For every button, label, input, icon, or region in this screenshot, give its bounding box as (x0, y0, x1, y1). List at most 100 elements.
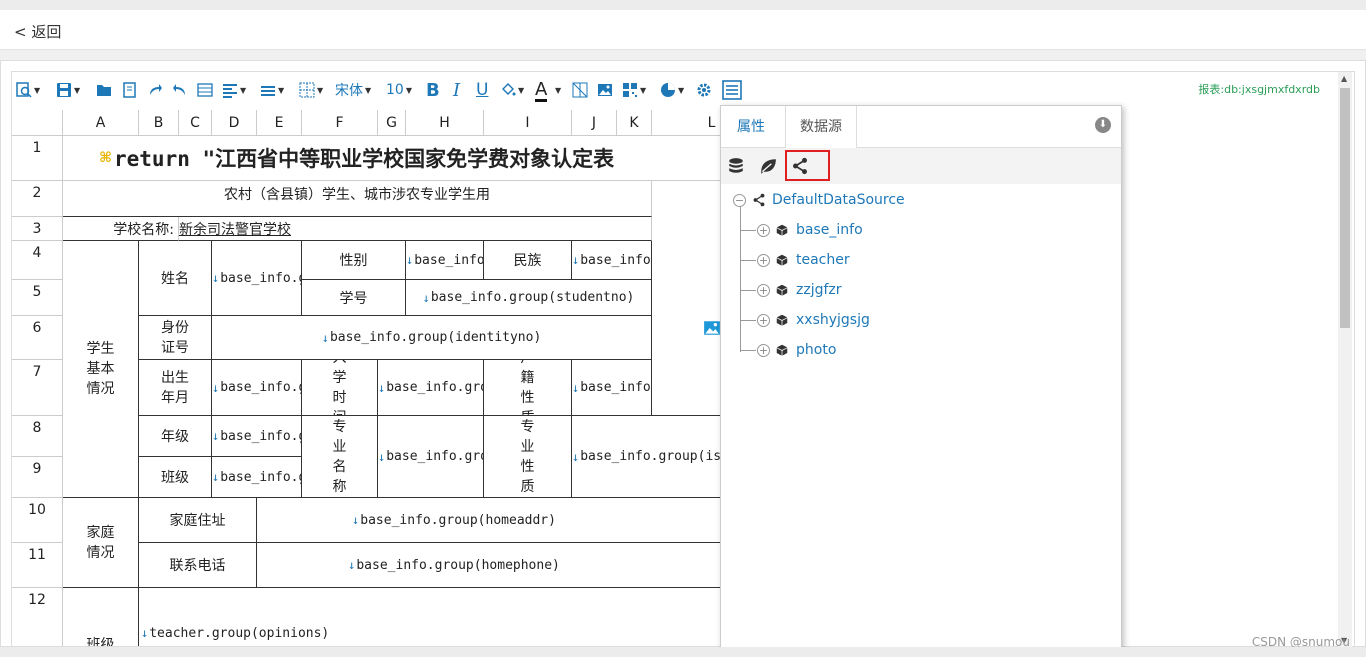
major-value-cell[interactable]: ↓base_info.grou (378, 416, 484, 498)
valign-button[interactable]: ▼ (260, 80, 284, 100)
studentno-label-cell[interactable]: 学号 (302, 280, 406, 316)
preview-button[interactable]: ▼ (16, 80, 40, 100)
student-basic-cell[interactable]: 学生基本情况 (63, 241, 139, 498)
expand-icon[interactable]: + (757, 343, 770, 357)
tree-item-photo[interactable]: + photo (757, 340, 836, 360)
fill-color-button[interactable]: ▼ (500, 80, 524, 100)
merge-button[interactable] (197, 80, 213, 100)
vertical-scrollbar[interactable]: ▲ ▼ (1338, 72, 1352, 647)
qrcode-button[interactable]: ▼ (622, 80, 646, 100)
row-header[interactable]: 6 (12, 316, 63, 360)
border-button[interactable]: ▼ (299, 80, 323, 100)
row-header[interactable]: 12 (12, 588, 63, 646)
grade-label-cell[interactable]: 年级 (139, 416, 212, 457)
gender-label-cell[interactable]: 性别 (302, 241, 406, 280)
datasource-panel-button[interactable] (722, 80, 742, 100)
scrollbar-thumb[interactable] (1340, 88, 1350, 328)
home-addr-label-cell[interactable]: 家庭住址 (139, 498, 257, 543)
major-type-label-cell[interactable]: 专业性质 (484, 416, 572, 498)
underline-button[interactable]: U (476, 80, 488, 100)
class-label-cell[interactable]: 班级 (139, 457, 212, 498)
tree-item-teacher[interactable]: + teacher (757, 250, 850, 270)
leaf-icon[interactable] (759, 157, 777, 175)
bold-button[interactable]: B (426, 80, 440, 101)
name-value-cell[interactable]: ↓base_info.gr (212, 241, 302, 316)
tree-root[interactable]: − DefaultDataSource (733, 190, 905, 210)
download-icon[interactable]: ⬇ (1095, 117, 1111, 133)
chart-button[interactable]: ▼ (660, 80, 684, 100)
font-color-button[interactable]: A (535, 79, 548, 102)
column-header[interactable]: A (63, 110, 139, 136)
id-value-cell[interactable]: ↓ base_info.group(identityno) (212, 316, 652, 360)
expand-icon[interactable]: + (757, 313, 770, 327)
nation-value-cell[interactable]: ↓ base_info. (572, 241, 652, 280)
column-header[interactable]: B (139, 110, 179, 136)
expand-icon[interactable]: + (757, 223, 770, 237)
tree-item-base-info[interactable]: + base_info (757, 220, 863, 240)
column-header[interactable]: J (572, 110, 617, 136)
tab-properties[interactable]: 属性 (723, 106, 779, 148)
row-header[interactable]: 2 (12, 181, 63, 217)
expand-icon[interactable]: + (757, 253, 770, 267)
row-header[interactable]: 11 (12, 543, 63, 588)
enroll-value-cell[interactable]: ↓base_info.grou (378, 360, 484, 416)
gender-value-cell[interactable]: ↓base_info. (406, 241, 484, 280)
family-cell[interactable]: 家庭情况 (63, 498, 139, 588)
redo-button[interactable] (147, 80, 163, 100)
school-value-cell[interactable]: 新余司法警官学校 (179, 217, 652, 241)
birth-label-cell[interactable]: 出生年月 (139, 360, 212, 416)
back-button[interactable]: < 返回 (14, 21, 61, 42)
tab-datasource[interactable]: 数据源 (785, 106, 857, 149)
undo-button[interactable] (172, 80, 188, 100)
studentno-value-cell[interactable]: ↓ base_info.group(studentno) (406, 280, 652, 316)
clear-button[interactable] (572, 80, 588, 100)
subtitle-cell[interactable]: 农村（含县镇）学生、城市涉农专业学生用 (63, 181, 652, 217)
import-button[interactable] (122, 80, 138, 100)
font-name-select[interactable]: 宋体 ▼ (335, 80, 371, 100)
save-button[interactable]: ▼ (56, 80, 80, 100)
font-size-select[interactable]: 10 ▼ (386, 80, 412, 100)
image-button[interactable] (597, 80, 613, 100)
class-opinion-label-cell[interactable]: 班级 (63, 588, 139, 646)
home-addr-value-cell[interactable]: ↓ base_info.group(homeaddr) (257, 498, 772, 543)
column-header[interactable]: K (617, 110, 652, 136)
nation-label-cell[interactable]: 民族 (484, 241, 572, 280)
column-header[interactable]: E (257, 110, 302, 136)
row-header[interactable]: 9 (12, 457, 63, 498)
grid-corner[interactable] (12, 110, 63, 136)
phone-value-cell[interactable]: ↓ base_info.group(homephone) (257, 543, 772, 588)
major-label-cell[interactable]: 专业名称 (302, 416, 378, 498)
title-cell[interactable]: ⌘ return "江西省中等职业学校国家免学费对象认定表 (63, 136, 772, 181)
id-label-cell[interactable]: 身份证号 (139, 316, 212, 360)
tree-item-zzjgfzr[interactable]: + zzjgfzr (757, 280, 842, 300)
name-label-cell[interactable]: 姓名 (139, 241, 212, 316)
opinion-value-cell[interactable]: ↓ teacher.group(opinions) (139, 588, 772, 646)
row-header[interactable]: 4 (12, 241, 63, 280)
birth-value-cell[interactable]: ↓base_info.gr (212, 360, 302, 416)
row-header[interactable]: 1 (12, 136, 63, 181)
collapse-icon[interactable]: − (733, 193, 746, 207)
row-header[interactable]: 8 (12, 416, 63, 457)
align-button[interactable]: ▼ (222, 80, 246, 100)
database-icon[interactable] (727, 157, 745, 175)
scroll-up-icon[interactable]: ▲ (1341, 74, 1347, 83)
household-value-cell[interactable]: ↓ base_info. (572, 360, 652, 416)
grade-value-cell[interactable]: ↓base_info.gr (212, 416, 302, 457)
column-header[interactable]: D (212, 110, 257, 136)
row-header[interactable]: 5 (12, 280, 63, 316)
row-header[interactable]: 7 (12, 360, 63, 416)
household-label-cell[interactable]: 户籍性质 (484, 360, 572, 416)
column-header[interactable]: I (484, 110, 572, 136)
font-color-dropdown[interactable]: ▼ (553, 80, 561, 100)
column-header[interactable]: H (406, 110, 484, 136)
row-header[interactable]: 3 (12, 217, 63, 241)
expand-icon[interactable]: + (757, 283, 770, 297)
row-header[interactable]: 10 (12, 498, 63, 543)
phone-label-cell[interactable]: 联系电话 (139, 543, 257, 588)
settings-button[interactable] (696, 80, 712, 100)
tree-item-xxshyjgsjg[interactable]: + xxshyjgsjg (757, 310, 870, 330)
school-label-cell[interactable]: 学校名称: (63, 217, 179, 241)
italic-button[interactable]: I (453, 80, 460, 101)
enroll-label-cell[interactable]: 入学时间 (302, 360, 378, 416)
column-header[interactable]: C (179, 110, 212, 136)
